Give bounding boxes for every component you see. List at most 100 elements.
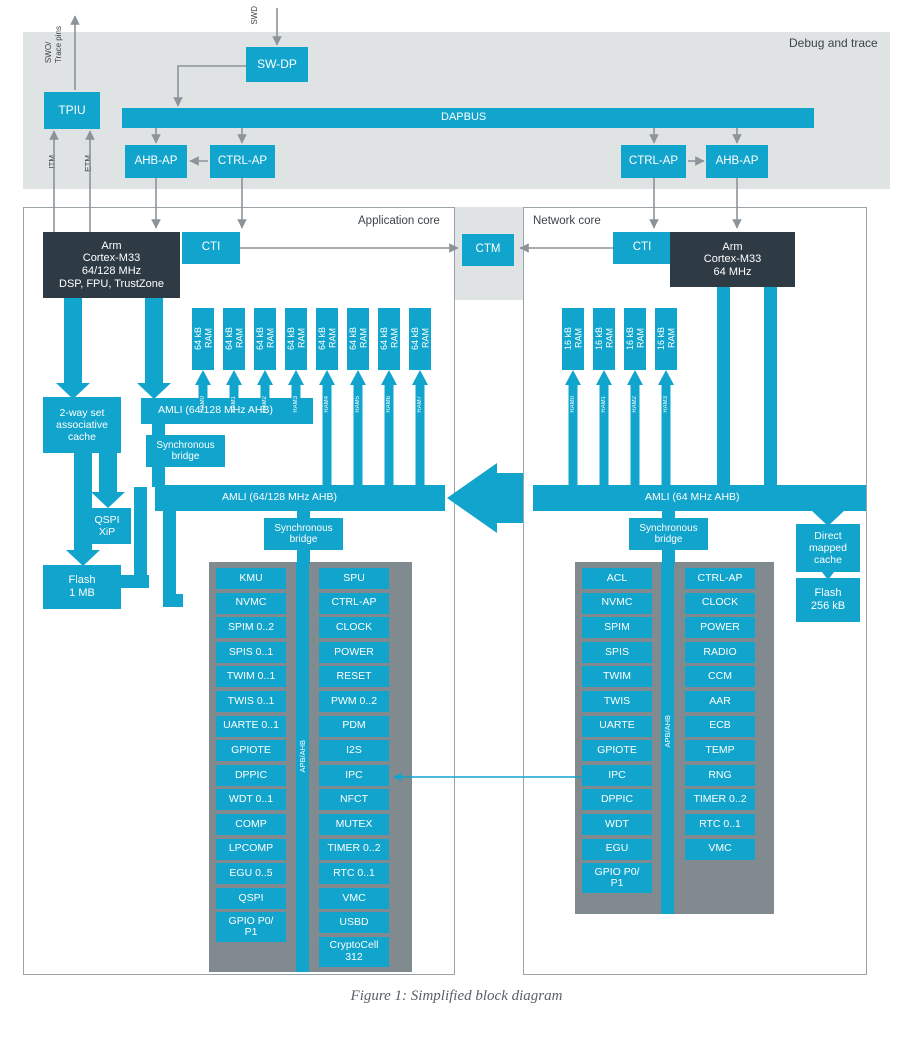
ctrl-ap-left-label: CTRL-AP <box>217 154 268 167</box>
app-peripheral-item: USBD <box>319 912 389 934</box>
net-flash-block: Flash 256 kB <box>796 578 860 622</box>
net-peripheral-item: AAR <box>685 691 755 712</box>
app-peripheral-item: WDT 0..1 <box>216 789 286 811</box>
app-ram-block: 64 kB RAM <box>192 308 214 370</box>
app-qspi-xip-label: QSPI XiP <box>94 513 120 538</box>
net-peripheral-item: RTC 0..1 <box>685 814 755 835</box>
app-peripheral-item: TWIS 0..1 <box>216 691 286 712</box>
dapbus-label: DAPBUS <box>441 111 487 123</box>
app-peripheral-item: LPCOMP <box>216 838 286 860</box>
app-amli-upper-label: AMLI (64/128 MHz AHB) <box>158 404 273 416</box>
app-peripheral-item: CLOCK <box>319 617 389 639</box>
app-peripheral-item: POWER <box>319 641 389 663</box>
net-peripheral-item: GPIOTE <box>582 740 652 762</box>
net-ram-block: 16 kB RAM <box>562 308 584 370</box>
app-peripheral-item: I2S <box>319 740 389 762</box>
app-ram-label: 64 kB RAM <box>223 327 244 351</box>
net-peripheral-item: ACL <box>582 568 652 589</box>
net-ram-label: 16 kB RAM <box>593 327 614 351</box>
net-peripheral-item: IPC <box>582 764 652 786</box>
ram-bus-label: RAM0 <box>570 396 576 413</box>
ctm-label: CTM <box>475 243 501 256</box>
net-peripheral-item: ECB <box>685 715 755 737</box>
app-ram-block: 64 kB RAM <box>254 308 276 370</box>
ahb-ap-right-block: AHB-AP <box>706 145 768 178</box>
ahb-ap-right-label: AHB-AP <box>715 154 759 167</box>
app-cbus-label: CBus <box>64 330 73 350</box>
ram-bus-label: RAM1 <box>601 396 607 413</box>
net-peripheral-item: CLOCK <box>685 592 755 614</box>
app-peripheral-item: CryptoCell 312 <box>319 937 389 967</box>
app-peripheral-item: PWM 0..2 <box>319 691 389 712</box>
net-peripheral-item: CTRL-AP <box>685 568 755 589</box>
app-apb-ahb-label: APB/AHB <box>298 740 307 773</box>
app-ram-label: 64 kB RAM <box>285 327 306 351</box>
asynchronous-bridge-label: Asynchronous bridge <box>455 487 521 506</box>
app-cti-block: CTI <box>182 232 240 264</box>
app-peripheral-item: KMU <box>216 568 286 589</box>
ram-bus-label: RAM4 <box>324 396 330 413</box>
net-sync-bridge: Synchronous bridge <box>629 518 708 550</box>
app-peripheral-item: RESET <box>319 666 389 688</box>
net-direct-mapped-cache-block: Direct mapped cache <box>796 524 860 572</box>
net-ram-block: 16 kB RAM <box>655 308 677 370</box>
net-peripheral-item: DPPIC <box>582 789 652 811</box>
ram-bus-label: RAM2 <box>632 396 638 413</box>
net-ram-block: 16 kB RAM <box>624 308 646 370</box>
net-peripheral-item: RNG <box>685 764 755 786</box>
app-sync-bridge-2: Synchronous bridge <box>264 518 343 550</box>
ram-bus-label: RAM3 <box>663 396 669 413</box>
app-ram-label: 64 kB RAM <box>378 327 399 351</box>
app-ram-block: 64 kB RAM <box>347 308 369 370</box>
ram-bus-label: RAM2 <box>262 396 268 413</box>
network-core-title: Network core <box>533 215 601 227</box>
ram-bus-label: RAM1 <box>231 396 237 413</box>
net-ram-label: 16 kB RAM <box>655 327 676 351</box>
ctrl-ap-right-label: CTRL-AP <box>628 154 679 167</box>
etm-label: ETM <box>84 155 93 172</box>
app-peripheral-item: NVMC <box>216 592 286 614</box>
ahb-ap-left-label: AHB-AP <box>134 154 178 167</box>
net-amli-label: AMLI (64 MHz AHB) <box>645 491 740 503</box>
net-peripheral-item: EGU <box>582 838 652 860</box>
net-cpu-block: Arm Cortex-M33 64 MHz <box>670 232 795 287</box>
app-peripheral-item: COMP <box>216 814 286 835</box>
app-flash-label: Flash 1 MB <box>68 574 96 599</box>
net-ram-label: 16 kB RAM <box>562 327 583 351</box>
app-peripheral-item: MUTEX <box>319 814 389 835</box>
net-cti-block: CTI <box>613 232 671 264</box>
app-ram-block: 64 kB RAM <box>378 308 400 370</box>
app-flash-block: Flash 1 MB <box>43 565 121 609</box>
swo-trace-pins-label: SWO/ Trace pins <box>44 26 64 63</box>
net-peripheral-item: RADIO <box>685 641 755 663</box>
app-ram-label: 64 kB RAM <box>347 327 368 351</box>
net-peripheral-item: TEMP <box>685 740 755 762</box>
app-qspi-xip-block: QSPI XiP <box>83 508 131 544</box>
app-sync-bridge-1-label: Synchronous bridge <box>156 439 215 463</box>
app-peripheral-item: TIMER 0..2 <box>319 838 389 860</box>
tpiu-label: TPIU <box>58 102 86 117</box>
ram-bus-label: RAM3 <box>293 396 299 413</box>
app-peripheral-item: SPIM 0..2 <box>216 617 286 639</box>
debug-and-trace-title: Debug and trace <box>789 36 878 50</box>
net-flash-label: Flash 256 kB <box>810 587 846 612</box>
net-sync-bridge-label: Synchronous bridge <box>639 522 698 546</box>
net-cpu-label: Arm Cortex-M33 64 MHz <box>703 240 762 278</box>
ram-bus-label: RAM5 <box>355 396 361 413</box>
app-peripheral-item: CTRL-AP <box>319 592 389 614</box>
net-peripheral-item: POWER <box>685 617 755 639</box>
net-peripheral-item: VMC <box>685 838 755 860</box>
app-ram-label: 64 kB RAM <box>409 327 430 351</box>
app-peripheral-item: IPC <box>319 764 389 786</box>
asynchronous-bridge-text: Asynchronous bridge <box>464 487 512 506</box>
app-sbus-label: SBus <box>145 330 154 350</box>
net-peripheral-item: SPIS <box>582 641 652 663</box>
ctrl-ap-left-block: CTRL-AP <box>210 145 275 178</box>
app-ram-block: 64 kB RAM <box>409 308 431 370</box>
itm-label: ITM <box>48 155 57 169</box>
net-peripheral-panel <box>575 562 774 914</box>
app-amli-lower-label: AMLI (64/128 MHz AHB) <box>222 491 337 503</box>
app-ram-block: 64 kB RAM <box>285 308 307 370</box>
ahb-ap-left-block: AHB-AP <box>125 145 187 178</box>
net-ram-block: 16 kB RAM <box>593 308 615 370</box>
